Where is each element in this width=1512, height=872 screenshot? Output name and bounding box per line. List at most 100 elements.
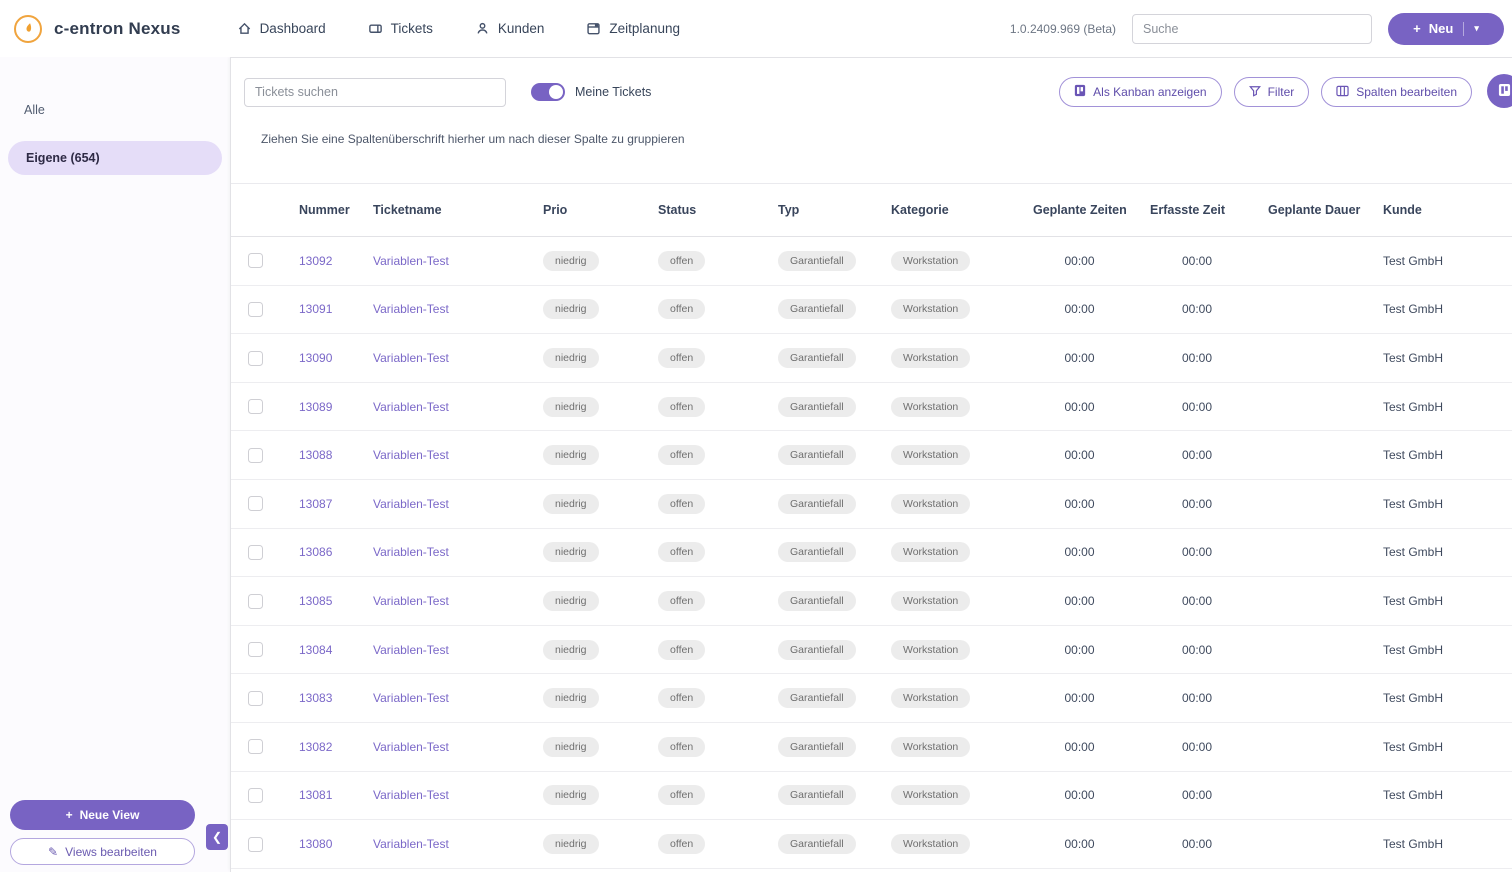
row-checkbox[interactable] (248, 788, 263, 803)
ticket-number-link[interactable]: 13083 (299, 691, 332, 705)
erfasste-zeit-cell: 00:00 (1138, 285, 1256, 334)
status-cell: offen (646, 334, 766, 383)
new-button[interactable]: + Neu ▾ (1388, 13, 1504, 45)
filter-button[interactable]: Filter (1234, 77, 1310, 107)
toggle-knob (549, 85, 563, 99)
column-header-status[interactable]: Status (646, 184, 766, 237)
ticket-number-link[interactable]: 13084 (299, 643, 332, 657)
ticket-name-link[interactable]: Variablen-Test (373, 351, 449, 365)
status-badge: offen (658, 251, 705, 271)
typ-badge: Garantiefall (778, 688, 856, 708)
nav-kunden[interactable]: Kunden (475, 21, 545, 36)
edit-columns-button[interactable]: Spalten bearbeiten (1321, 77, 1472, 107)
nav-zeitplanung[interactable]: Zeitplanung (586, 21, 680, 36)
ticket-name-link[interactable]: Variablen-Test (373, 643, 449, 657)
ticket-number-link[interactable]: 13085 (299, 594, 332, 608)
sidebar-item-eigene[interactable]: Eigene (654) (8, 141, 222, 175)
ticket-number-link[interactable]: 13087 (299, 497, 332, 511)
nav-dashboard[interactable]: Dashboard (237, 21, 326, 36)
my-tickets-toggle[interactable] (531, 83, 565, 101)
brand[interactable]: c-entron Nexus (14, 15, 181, 43)
row-checkbox[interactable] (248, 739, 263, 754)
kategorie-badge: Workstation (891, 494, 970, 514)
sidebar-item-alle[interactable]: Alle (0, 95, 230, 125)
prio-badge: niedrig (543, 299, 599, 319)
ticket-number-link[interactable]: 13081 (299, 788, 332, 802)
ticket-number-link[interactable]: 13088 (299, 448, 332, 462)
ticket-name-link[interactable]: Variablen-Test (373, 740, 449, 754)
kategorie-badge: Workstation (891, 397, 970, 417)
ticket-icon (368, 21, 383, 36)
table-row: 13083Variablen-TestniedrigoffenGarantief… (231, 674, 1512, 723)
column-header-geplante-dauer[interactable]: Geplante Dauer (1256, 184, 1371, 237)
column-header-geplante-zeiten[interactable]: Geplante Zeiten (1021, 184, 1138, 237)
row-select-cell (231, 334, 287, 383)
tickets-panel: Meine Tickets Als Kanban anzeigen Filter… (230, 57, 1512, 872)
ticket-number-link[interactable]: 13089 (299, 400, 332, 414)
erfasste-zeit-cell: 00:00 (1138, 674, 1256, 723)
kategorie-cell: Workstation (879, 625, 1021, 674)
column-header-prio[interactable]: Prio (531, 184, 646, 237)
chevron-down-icon[interactable]: ▾ (1474, 23, 1479, 34)
ticket-name-link[interactable]: Variablen-Test (373, 302, 449, 316)
ticket-number-link[interactable]: 13091 (299, 302, 332, 316)
ticket-name-link[interactable]: Variablen-Test (373, 837, 449, 851)
column-header-kategorie[interactable]: Kategorie (879, 184, 1021, 237)
ticket-name-link[interactable]: Variablen-Test (373, 691, 449, 705)
row-checkbox[interactable] (248, 302, 263, 317)
prio-cell: niedrig (531, 528, 646, 577)
kategorie-badge: Workstation (891, 299, 970, 319)
ticket-number-link[interactable]: 13082 (299, 740, 332, 754)
geplante-dauer-cell (1256, 431, 1371, 480)
edge-action-button[interactable] (1487, 74, 1512, 108)
ticket-number-link[interactable]: 13080 (299, 837, 332, 851)
row-checkbox[interactable] (248, 837, 263, 852)
nav-tickets[interactable]: Tickets (368, 21, 433, 36)
column-header-ticketname[interactable]: Ticketname (361, 184, 531, 237)
row-checkbox[interactable] (248, 642, 263, 657)
ticket-name-cell: Variablen-Test (361, 431, 531, 480)
ticket-number-link[interactable]: 13092 (299, 254, 332, 268)
ticket-name-link[interactable]: Variablen-Test (373, 254, 449, 268)
typ-cell: Garantiefall (766, 577, 879, 626)
prio-badge: niedrig (543, 834, 599, 854)
row-checkbox[interactable] (248, 448, 263, 463)
status-cell: offen (646, 528, 766, 577)
kategorie-cell: Workstation (879, 820, 1021, 869)
typ-badge: Garantiefall (778, 542, 856, 562)
row-checkbox[interactable] (248, 691, 263, 706)
row-checkbox[interactable] (248, 496, 263, 511)
row-checkbox[interactable] (248, 545, 263, 560)
ticket-name-link[interactable]: Variablen-Test (373, 545, 449, 559)
ticket-name-link[interactable]: Variablen-Test (373, 788, 449, 802)
global-search-input[interactable] (1132, 14, 1372, 44)
ticket-name-link[interactable]: Variablen-Test (373, 448, 449, 462)
row-checkbox[interactable] (248, 594, 263, 609)
geplante-dauer-cell (1256, 237, 1371, 286)
sidebar-collapse-button[interactable]: ❮ (206, 824, 228, 850)
status-badge: offen (658, 737, 705, 757)
erfasste-zeit-cell: 00:00 (1138, 334, 1256, 383)
row-checkbox[interactable] (248, 399, 263, 414)
row-checkbox[interactable] (248, 351, 263, 366)
ticket-number-link[interactable]: 13090 (299, 351, 332, 365)
edit-views-button[interactable]: ✎ Views bearbeiten (10, 838, 195, 865)
column-header-typ[interactable]: Typ (766, 184, 879, 237)
ticket-number-link[interactable]: 13086 (299, 545, 332, 559)
row-select-cell (231, 771, 287, 820)
new-view-button[interactable]: + Neue View (10, 800, 195, 830)
ticket-name-link[interactable]: Variablen-Test (373, 400, 449, 414)
typ-cell: Garantiefall (766, 674, 879, 723)
pencil-icon: ✎ (48, 845, 58, 859)
column-header-nummer[interactable]: Nummer (287, 184, 361, 237)
ticket-name-link[interactable]: Variablen-Test (373, 594, 449, 608)
ticket-name-link[interactable]: Variablen-Test (373, 497, 449, 511)
kanban-view-button[interactable]: Als Kanban anzeigen (1059, 77, 1221, 107)
ticket-name-cell: Variablen-Test (361, 285, 531, 334)
tickets-search-input[interactable] (244, 78, 506, 107)
row-checkbox[interactable] (248, 253, 263, 268)
column-header-erfasste-zeit[interactable]: Erfasste Zeit (1138, 184, 1256, 237)
geplante-dauer-cell (1256, 577, 1371, 626)
prio-cell: niedrig (531, 285, 646, 334)
column-header-kunde[interactable]: Kunde (1371, 184, 1512, 237)
